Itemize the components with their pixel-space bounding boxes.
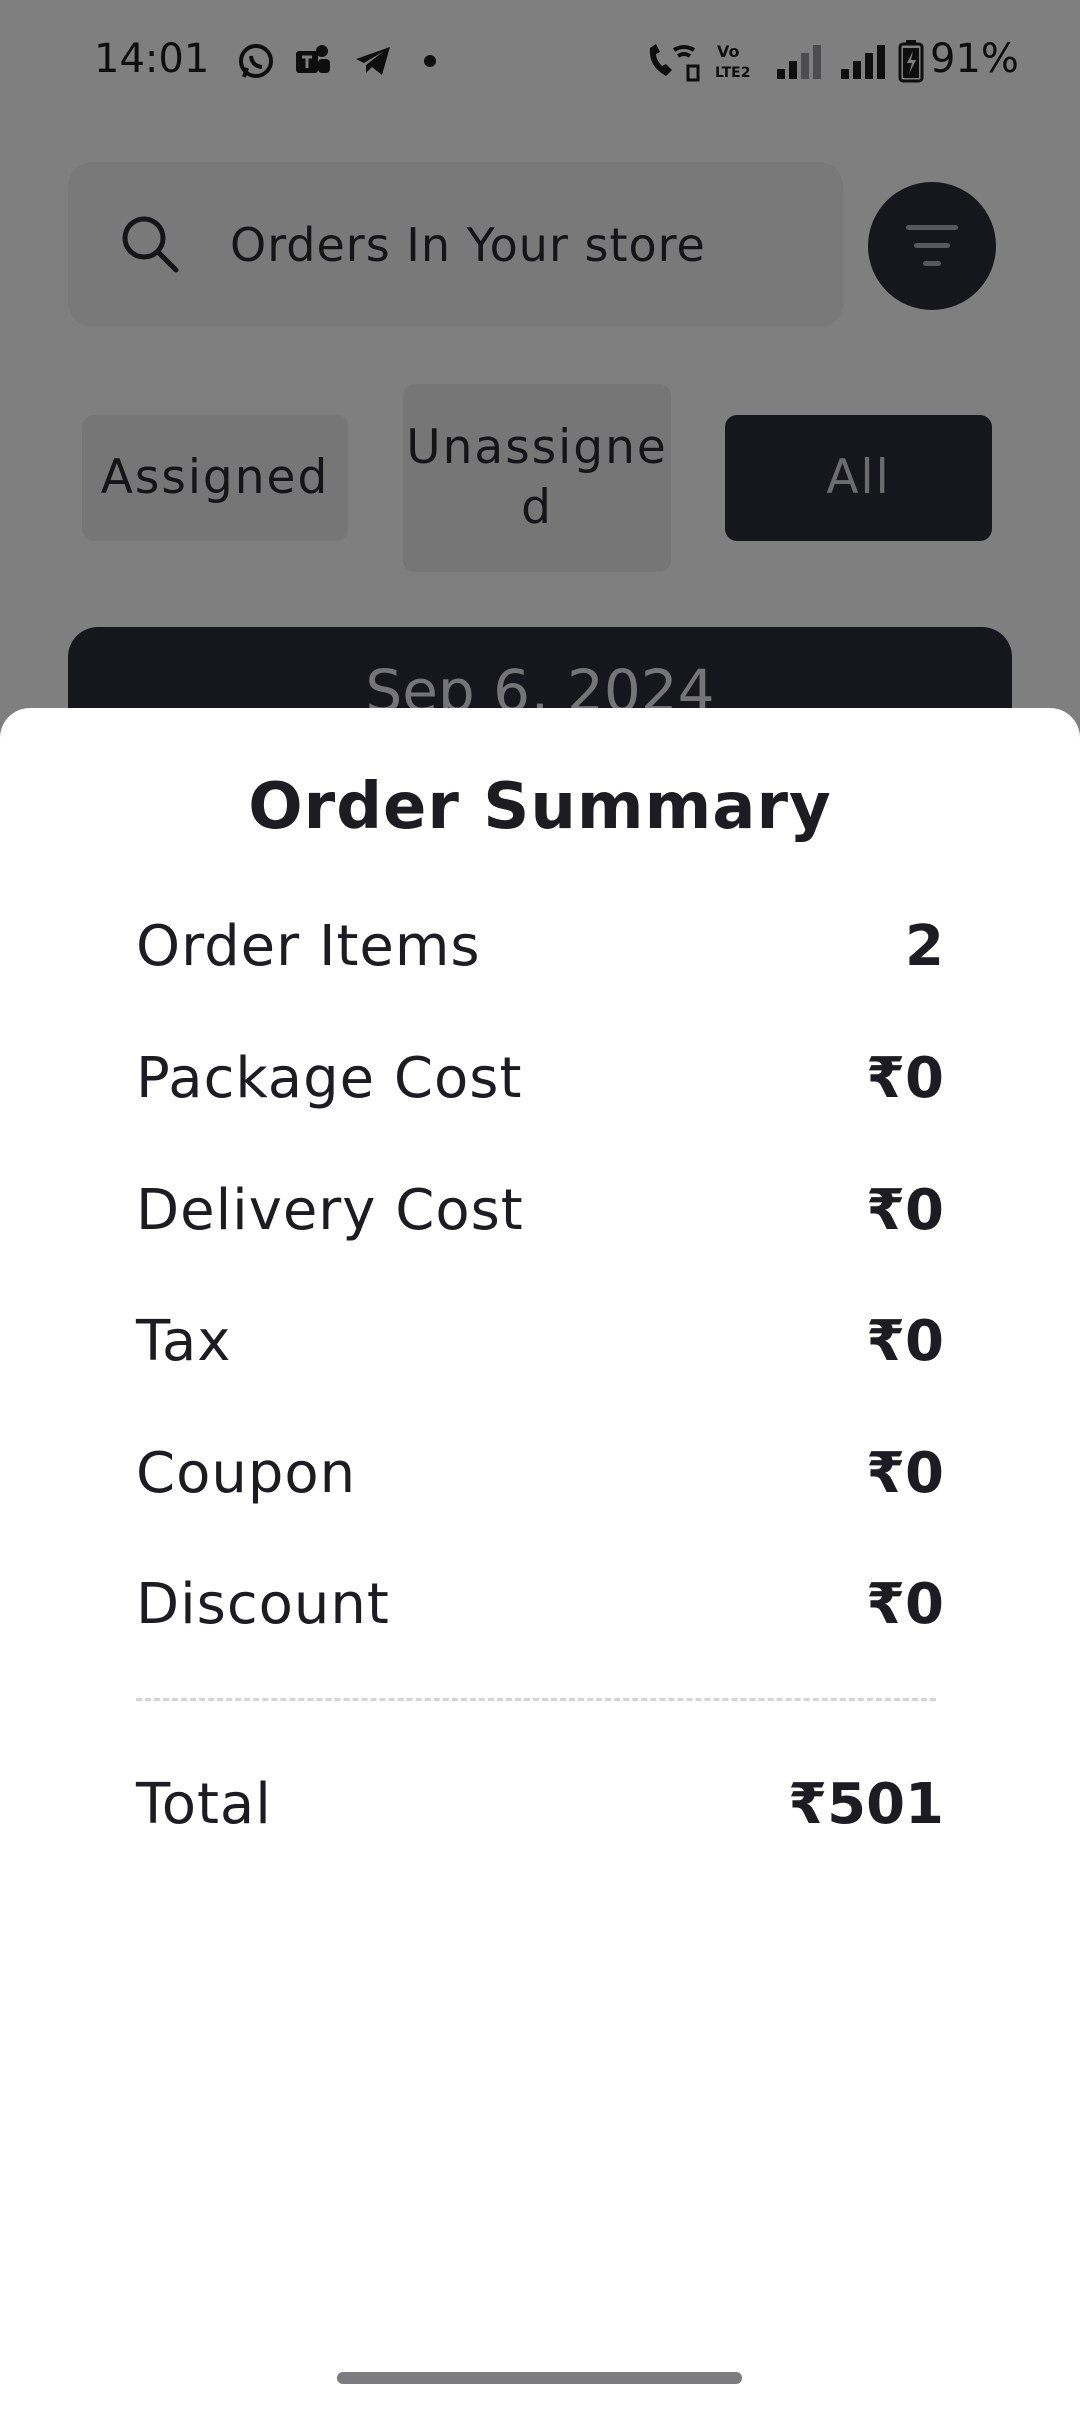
summary-row-discount: Discount ₹0 [136, 1572, 944, 1652]
summary-row-delivery-cost: Delivery Cost ₹0 [136, 1178, 944, 1258]
dashed-divider [136, 1698, 936, 1701]
row-value: ₹0 [866, 1572, 944, 1637]
row-value: ₹0 [866, 1046, 944, 1111]
row-label: Tax [136, 1309, 232, 1374]
row-label: Coupon [136, 1441, 357, 1506]
summary-row-order-items: Order Items 2 [136, 914, 944, 994]
summary-row-package-cost: Package Cost ₹0 [136, 1046, 944, 1126]
summary-row-coupon: Coupon ₹0 [136, 1441, 944, 1521]
row-value: ₹0 [866, 1309, 944, 1374]
row-value: ₹0 [866, 1441, 944, 1506]
order-summary-sheet: Order Summary Order Items 2 Package Cost… [0, 708, 1080, 2412]
row-label: Delivery Cost [136, 1178, 524, 1243]
screen: 14:01 VoLTE2 [0, 0, 1080, 2412]
row-value: 2 [905, 914, 944, 979]
total-label: Total [136, 1772, 272, 1837]
row-label: Order Items [136, 914, 481, 979]
row-label: Package Cost [136, 1046, 523, 1111]
sheet-title: Order Summary [248, 770, 832, 844]
row-label: Discount [136, 1572, 390, 1637]
total-value: ₹501 [788, 1772, 944, 1837]
summary-row-total: Total ₹501 [136, 1772, 944, 1852]
summary-row-tax: Tax ₹0 [136, 1309, 944, 1389]
home-indicator[interactable] [337, 2372, 742, 2384]
row-value: ₹0 [866, 1178, 944, 1243]
